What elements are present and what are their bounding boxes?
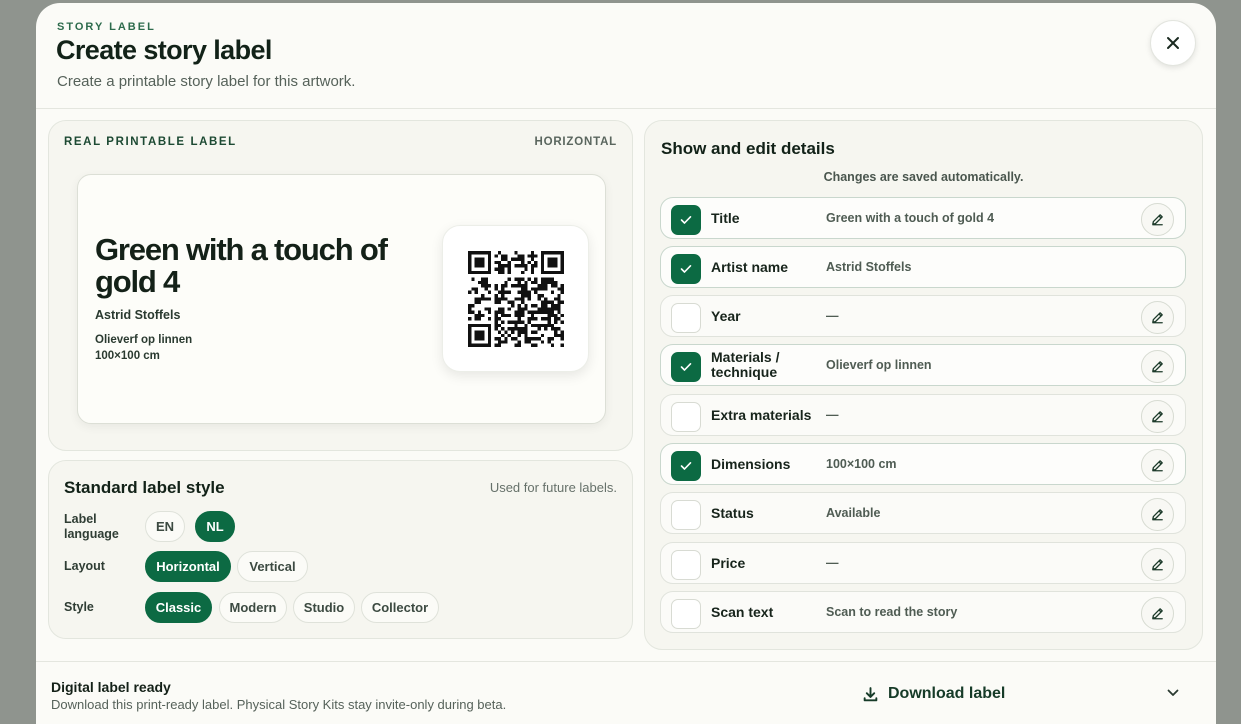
pencil-icon — [1152, 608, 1163, 620]
label-preview-panel: REAL PRINTABLE LABEL HORIZONTAL Green wi… — [48, 120, 633, 451]
check-icon — [680, 265, 692, 273]
detail-label: Artist name — [711, 258, 789, 275]
detail-row: Year — — [660, 295, 1186, 337]
download-icon — [863, 686, 878, 701]
detail-label: Dimensions — [711, 455, 791, 472]
printable-label: Green with a touch of gold 4 Astrid Stof… — [77, 174, 606, 424]
orientation-tag: HORIZONTAL — [534, 136, 617, 148]
autosave-note: Changes are saved automatically. — [823, 170, 1024, 184]
label-materials: Olieverf op linnen — [95, 334, 193, 346]
layout-option-label: Layout — [64, 559, 105, 573]
detail-value: — — [826, 408, 839, 422]
edit-button[interactable] — [1141, 597, 1174, 630]
pencil-icon — [1152, 214, 1163, 226]
detail-value: Scan to read the story — [826, 605, 958, 619]
dialog-footer: Digital label ready Download this print-… — [36, 661, 1216, 724]
style-classic-button[interactable]: Classic — [145, 592, 212, 623]
download-options-toggle[interactable] — [1164, 684, 1182, 702]
detail-checkbox[interactable] — [671, 254, 701, 284]
edit-button[interactable] — [1141, 301, 1174, 334]
dialog-subtitle: Create a printable story label for this … — [57, 73, 356, 90]
edit-button[interactable] — [1141, 449, 1174, 482]
detail-row: Title Green with a touch of gold 4 — [660, 197, 1186, 239]
style-modern-button[interactable]: Modern — [219, 592, 287, 623]
detail-label: Price — [711, 554, 746, 571]
layout-vertical-button[interactable]: Vertical — [237, 551, 308, 582]
detail-row: Status Available — [660, 492, 1186, 534]
pencil-icon — [1152, 559, 1163, 571]
detail-checkbox[interactable] — [671, 303, 701, 333]
edit-button[interactable] — [1141, 203, 1174, 236]
detail-label: Status — [711, 504, 754, 521]
download-label-button[interactable]: Download label — [862, 681, 1005, 707]
detail-checkbox[interactable] — [671, 451, 701, 481]
label-dimensions: 100×100 cm — [95, 350, 160, 362]
check-icon — [680, 462, 692, 470]
dialog-header: STORY LABEL Create story label Create a … — [36, 3, 1216, 109]
details-panel: Show and edit details Changes are saved … — [644, 120, 1203, 650]
story-label-dialog: STORY LABEL Create story label Create a … — [36, 3, 1216, 724]
style-studio-button[interactable]: Studio — [293, 592, 355, 623]
detail-row: Materials / technique Olieverf op linnen — [660, 344, 1186, 386]
detail-value: Olieverf op linnen — [826, 358, 932, 372]
detail-label: Title — [711, 209, 740, 226]
dialog-eyebrow: STORY LABEL — [57, 21, 156, 33]
close-icon — [1167, 37, 1179, 49]
detail-row: Extra materials — — [660, 394, 1186, 436]
dialog-title: Create story label — [56, 35, 272, 65]
check-icon — [680, 363, 692, 371]
details-title: Show and edit details — [661, 139, 835, 158]
pencil-icon — [1152, 509, 1163, 521]
download-label-text: Download label — [888, 685, 1006, 702]
detail-label: Scan text — [711, 603, 774, 620]
chevron-down-icon — [1167, 689, 1179, 696]
detail-label: Year — [711, 307, 741, 324]
edit-button[interactable] — [1141, 498, 1174, 531]
footer-title: Digital label ready — [51, 679, 171, 695]
close-button[interactable] — [1150, 20, 1196, 66]
detail-checkbox[interactable] — [671, 500, 701, 530]
detail-label: Materials / technique — [711, 349, 780, 380]
detail-checkbox[interactable] — [671, 402, 701, 432]
language-en-button[interactable]: EN — [145, 511, 185, 542]
detail-checkbox[interactable] — [671, 550, 701, 580]
detail-value: — — [826, 309, 839, 323]
detail-value: Available — [826, 506, 881, 520]
check-icon — [680, 216, 692, 224]
pencil-icon — [1152, 460, 1163, 472]
language-option-label: Label language — [64, 512, 119, 541]
label-artwork-title: Green with a touch of gold 4 — [95, 232, 388, 299]
pencil-icon — [1152, 361, 1163, 373]
pencil-icon — [1152, 411, 1163, 423]
pencil-icon — [1152, 312, 1163, 324]
detail-label: Extra materials — [711, 406, 812, 423]
qr-code-icon — [467, 250, 564, 347]
language-nl-button[interactable]: NL — [195, 511, 235, 542]
footer-subtitle: Download this print-ready label. Physica… — [51, 697, 507, 712]
style-collector-button[interactable]: Collector — [361, 592, 439, 623]
edit-button[interactable] — [1141, 548, 1174, 581]
detail-value: — — [826, 556, 839, 570]
style-panel-hint: Used for future labels. — [489, 480, 617, 495]
detail-row: Artist name Astrid Stoffels — [660, 246, 1186, 288]
detail-value: Green with a touch of gold 4 — [826, 211, 995, 225]
style-panel-title: Standard label style — [64, 478, 225, 497]
layout-horizontal-button[interactable]: Horizontal — [145, 551, 231, 582]
detail-checkbox[interactable] — [671, 599, 701, 629]
preview-eyebrow: REAL PRINTABLE LABEL — [64, 136, 237, 148]
edit-button[interactable] — [1141, 350, 1174, 383]
label-style-panel: Standard label style Used for future lab… — [48, 460, 633, 639]
label-artist-name: Astrid Stoffels — [95, 308, 181, 322]
detail-row: Scan text Scan to read the story — [660, 591, 1186, 633]
detail-value: 100×100 cm — [826, 457, 897, 471]
detail-checkbox[interactable] — [671, 352, 701, 382]
detail-row: Dimensions 100×100 cm — [660, 443, 1186, 485]
detail-checkbox[interactable] — [671, 205, 701, 235]
edit-button[interactable] — [1141, 400, 1174, 433]
detail-row: Price — — [660, 542, 1186, 584]
detail-value: Astrid Stoffels — [826, 260, 912, 274]
qr-code-frame — [442, 225, 589, 372]
style-option-label: Style — [64, 600, 94, 614]
